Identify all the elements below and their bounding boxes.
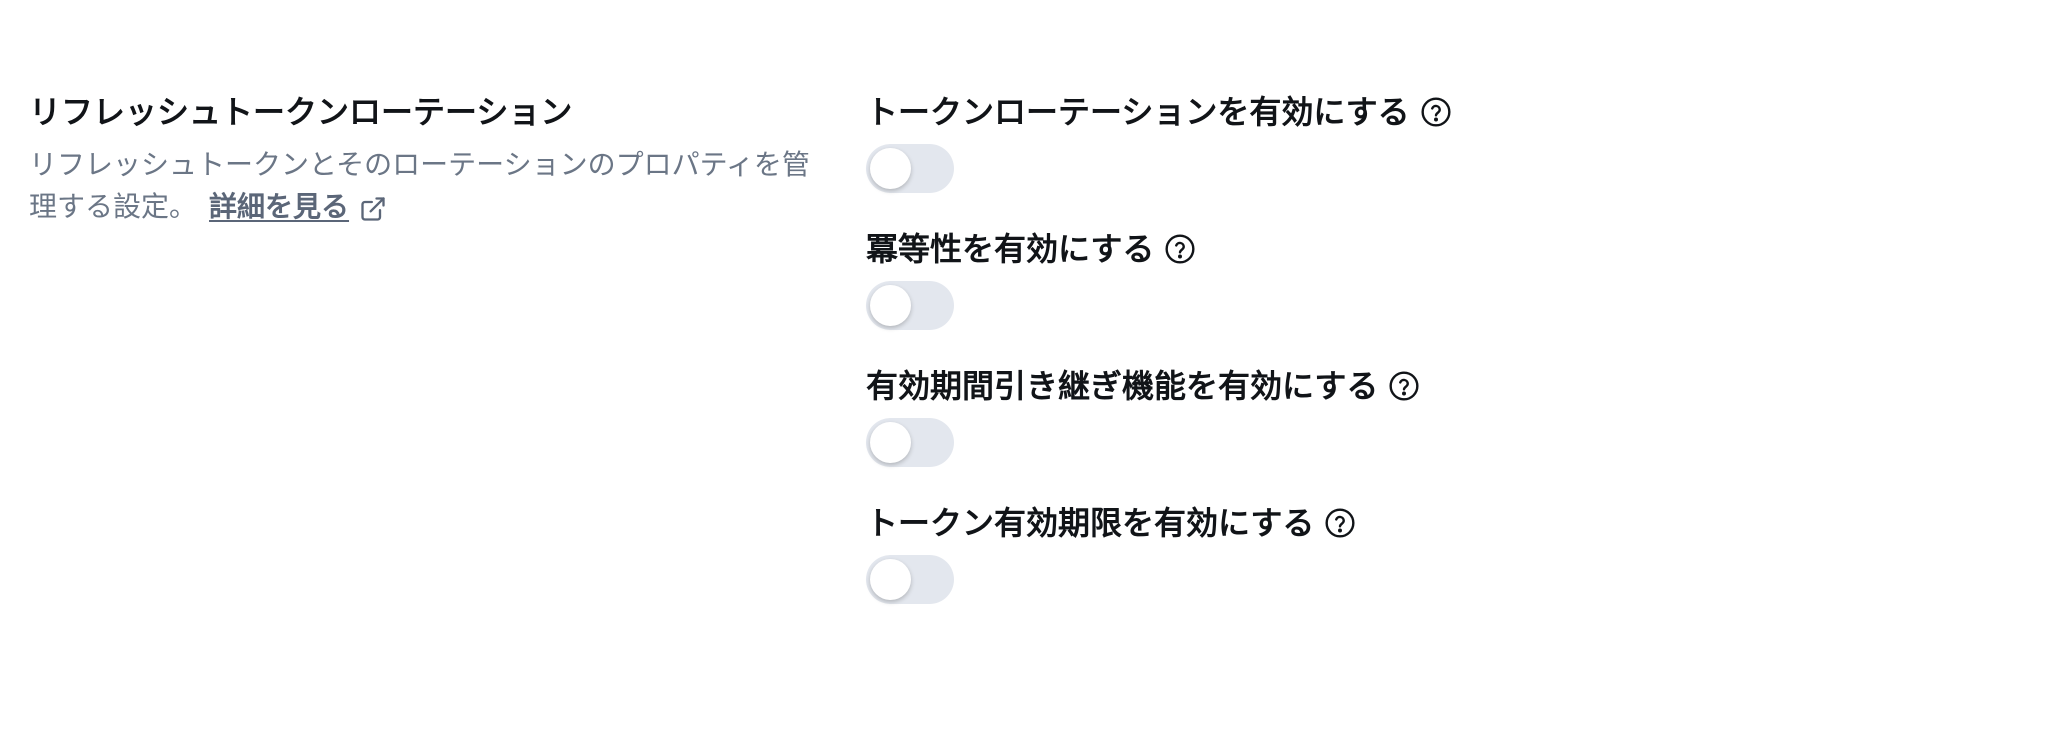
section-title: リフレッシュトークンローテーション [29,93,573,131]
idempotency-toggle[interactable] [866,281,954,330]
section-description-text: リフレッシュトークンとそのローテーションのプロパティを管理する設定。 [29,148,810,223]
setting-label-row: 冪等性を有効にする [866,227,1966,271]
setting-label-row: トークン有効期限を有効にする [866,501,1966,545]
setting-lifetime-inheritance: 有効期間引き継ぎ機能を有効にする [866,364,1966,501]
question-circle-icon[interactable] [1164,233,1196,265]
learn-more-link[interactable]: 詳細を見る [209,186,387,228]
setting-token-rotation: トークンローテーションを有効にする [866,90,1966,227]
toggle-knob [870,422,911,463]
setting-label: トークン有効期限を有効にする [866,504,1315,542]
toggle-knob [870,148,911,189]
toggle-knob [870,285,911,326]
toggle-knob [870,559,911,600]
learn-more-label: 詳細を見る [209,190,350,223]
section-info: リフレッシュトークンローテーション リフレッシュトークンとそのローテーションのプ… [29,90,829,228]
setting-label-row: 有効期間引き継ぎ機能を有効にする [866,364,1966,408]
lifetime-inheritance-toggle[interactable] [866,418,954,467]
setting-idempotency: 冪等性を有効にする [866,227,1966,364]
setting-label: 冪等性を有効にする [866,230,1155,268]
settings-list: トークンローテーションを有効にする 冪等性を有効にする 有効期間引き継ぎ機能を有… [866,90,1966,638]
token-expiration-toggle[interactable] [866,555,954,604]
setting-label: 有効期間引き継ぎ機能を有効にする [866,367,1379,405]
setting-label-row: トークンローテーションを有効にする [866,90,1966,134]
question-circle-icon[interactable] [1388,370,1420,402]
token-rotation-toggle[interactable] [866,144,954,193]
section-description: リフレッシュトークンとそのローテーションのプロパティを管理する設定。 詳細を見る [29,144,829,228]
question-circle-icon[interactable] [1324,507,1356,539]
setting-label: トークンローテーションを有効にする [866,93,1410,131]
external-link-icon [359,193,387,221]
question-circle-icon[interactable] [1420,96,1452,128]
refresh-token-rotation-section: リフレッシュトークンローテーション リフレッシュトークンとそのローテーションのプ… [0,0,2068,730]
setting-token-expiration: トークン有効期限を有効にする [866,501,1966,638]
